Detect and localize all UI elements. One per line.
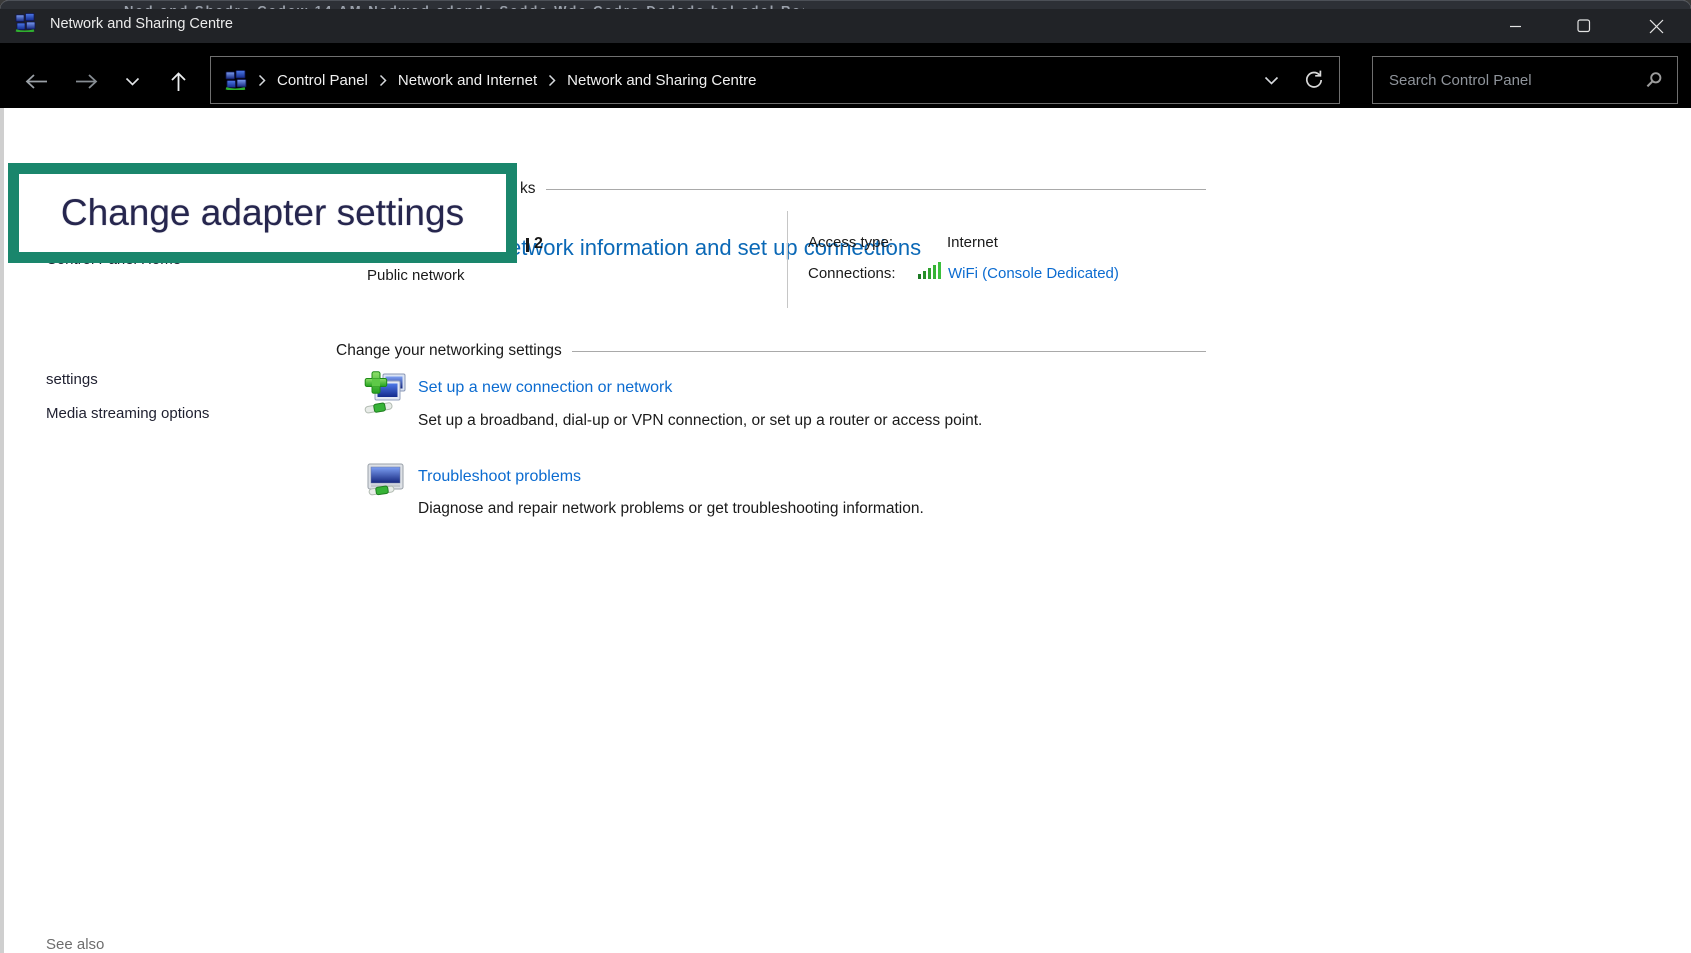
wifi-connection-link[interactable]: WiFi (Console Dedicated) [948, 265, 1119, 282]
occluded-text-sliver [526, 238, 529, 252]
magnifier-callout-change-adapter-settings[interactable]: Change adapter settings [8, 163, 517, 263]
address-dropdown-chevron-icon[interactable] [1264, 76, 1279, 85]
troubleshoot-icon [367, 463, 405, 501]
connections-label: Connections: [808, 265, 896, 282]
wifi-signal-icon [918, 262, 942, 284]
minimize-button[interactable] [1483, 9, 1547, 43]
setup-connection-icon [362, 371, 408, 420]
breadcrumb-control-panel[interactable]: Control Panel [277, 72, 368, 89]
title-bar: Network and Sharing Centre [0, 9, 1691, 43]
access-type-value: Internet [947, 234, 998, 251]
active-networks-section-header: ks [520, 180, 1206, 198]
see-also-heading: See also [46, 936, 104, 953]
network-app-icon [15, 13, 36, 37]
breadcrumb-chevron-icon[interactable] [379, 74, 387, 87]
refresh-icon[interactable] [1303, 69, 1325, 91]
close-button[interactable] [1621, 9, 1691, 43]
setup-connection-description: Set up a broadband, dial-up or VPN conne… [418, 412, 982, 430]
up-button[interactable] [170, 70, 187, 93]
networking-settings-section-header: Change your networking settings [336, 342, 1206, 360]
search-icon[interactable] [1645, 71, 1663, 89]
network-details-divider [787, 211, 788, 308]
window-title: Network and Sharing Centre [50, 16, 233, 32]
active-networks-label-fragment: ks [520, 180, 536, 198]
troubleshoot-link[interactable]: Troubleshoot problems [418, 468, 581, 486]
window-left-edge [0, 108, 4, 953]
search-box[interactable] [1372, 56, 1678, 104]
glitch-artifact: Ned and Shedro Cedew 14 AM Nedwod adapde… [124, 0, 804, 9]
setup-connection-link[interactable]: Set up a new connection or network [418, 379, 672, 397]
networking-settings-label: Change your networking settings [336, 342, 562, 360]
network-name-fragment: 2 [534, 235, 543, 253]
navigation-bar: Control Panel Network and Internet Netwo… [0, 43, 1691, 108]
network-sharing-centre-window: Ned and Shedro Cedew 14 AM Nedwod adapde… [0, 0, 1691, 953]
troubleshoot-description: Diagnose and repair network problems or … [418, 500, 924, 518]
maximize-button[interactable] [1552, 9, 1616, 43]
window-top-edge: Ned and Shedro Cedew 14 AM Nedwod adapde… [0, 0, 1691, 9]
sidebar-item-advanced-sharing-settings-fragment[interactable]: settings [46, 371, 98, 388]
network-location-icon [225, 70, 247, 90]
breadcrumb-network-and-internet[interactable]: Network and Internet [398, 72, 537, 89]
recent-pages-chevron-icon[interactable] [125, 77, 140, 86]
back-button[interactable] [23, 73, 49, 90]
breadcrumb-network-and-sharing-centre[interactable]: Network and Sharing Centre [567, 72, 756, 89]
section-separator-line [572, 351, 1206, 352]
sidebar-item-media-streaming-options[interactable]: Media streaming options [46, 405, 209, 422]
breadcrumb-chevron-icon[interactable] [548, 74, 556, 87]
network-type-label: Public network [367, 267, 465, 284]
access-type-label: Access type: [808, 234, 893, 251]
callout-label[interactable]: Change adapter settings [61, 192, 464, 234]
forward-button[interactable] [74, 73, 100, 90]
breadcrumb-chevron-icon[interactable] [258, 74, 266, 87]
address-bar[interactable]: Control Panel Network and Internet Netwo… [210, 56, 1340, 104]
section-separator-line [546, 189, 1207, 190]
search-input[interactable] [1387, 71, 1637, 90]
